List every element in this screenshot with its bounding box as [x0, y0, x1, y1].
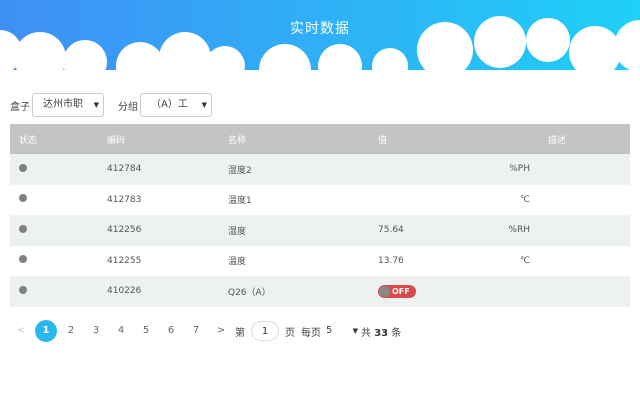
- page-button-4[interactable]: 4: [110, 320, 132, 342]
- status-dot-icon: [19, 194, 27, 203]
- page-size-select[interactable]: 5 ▼: [324, 321, 358, 341]
- cell-unit: %PH: [509, 164, 530, 175]
- cell-value: [368, 185, 498, 216]
- column-header-name: 名称: [228, 135, 247, 146]
- cell-value: 75.64: [378, 225, 404, 236]
- cell-code: 412255: [107, 255, 142, 266]
- status-dot-icon: [19, 224, 27, 233]
- cell-unit: %RH: [508, 225, 530, 236]
- cell-value: 13.76: [378, 255, 404, 266]
- cell-value: [368, 154, 498, 185]
- table-row: 412784 湿度2 %PH: [10, 154, 630, 185]
- status-dot-icon: [19, 285, 27, 294]
- column-header-value: 值: [378, 135, 388, 146]
- cell-unit: ℃: [519, 194, 530, 205]
- column-header-code: 编码: [107, 135, 126, 146]
- page-button-6[interactable]: 6: [160, 320, 182, 342]
- page-size-value: 5: [326, 325, 333, 336]
- page-button-2[interactable]: 2: [60, 320, 82, 342]
- per-page-label: 每页: [301, 327, 321, 339]
- cell-name: 温度1: [228, 196, 252, 207]
- page-button-5[interactable]: 5: [135, 320, 157, 342]
- goto-page-input[interactable]: [251, 321, 279, 341]
- header-cloud-background: [0, 0, 640, 80]
- cell-code: 412256: [107, 225, 142, 236]
- status-dot-icon: [19, 163, 27, 172]
- column-header-description: 描述: [548, 135, 567, 146]
- next-page-button[interactable]: >: [210, 320, 232, 342]
- page-button-3[interactable]: 3: [85, 320, 107, 342]
- switch-toggle[interactable]: OFF: [378, 284, 416, 298]
- table-row: 412783 温度1 ℃: [10, 184, 630, 216]
- table-row: 412255 温度 13.76 ℃: [10, 245, 630, 276]
- box-select-value: 达州市职: [43, 99, 83, 110]
- table-row: 412256 湿度 75.64 %RH: [10, 215, 630, 246]
- status-dot-icon: [19, 255, 27, 264]
- prev-page-button[interactable]: <: [10, 320, 32, 342]
- column-header-status: 状态: [19, 135, 38, 146]
- cell-name: 温度: [228, 257, 247, 268]
- cell-unit: ℃: [519, 255, 530, 266]
- group-filter-label: 分组: [118, 101, 138, 113]
- box-select[interactable]: 达州市职 ▼: [32, 93, 104, 117]
- cell-name: Q26（A）: [228, 287, 271, 298]
- chevron-down-icon: ▼: [93, 101, 99, 109]
- total-count: 共 33 条: [361, 327, 402, 339]
- cell-code: 412783: [107, 194, 142, 205]
- switch-state-label: OFF: [392, 286, 410, 296]
- cell-code: 412784: [107, 164, 142, 175]
- page-title: 实时数据: [290, 21, 350, 37]
- box-filter-label: 盒子: [10, 101, 30, 113]
- table-row: 410226 Q26（A） OFF: [10, 276, 630, 307]
- cell-name: 湿度: [228, 226, 247, 237]
- page-header: 实时数据: [0, 0, 640, 80]
- table-header-row: 状态 编码 名称 值 描述: [10, 124, 630, 154]
- page-button-1[interactable]: 1: [35, 320, 57, 342]
- cell-code: 410226: [107, 286, 142, 297]
- goto-prefix: 第: [235, 327, 245, 339]
- group-select-value: （A）工: [151, 99, 188, 110]
- switch-knob: [379, 285, 390, 297]
- chevron-down-icon: ▼: [201, 101, 207, 109]
- page-button-7[interactable]: 7: [185, 320, 207, 342]
- chevron-down-icon: ▼: [352, 327, 358, 335]
- cell-unit: [498, 276, 630, 307]
- realtime-data-table: 状态 编码 名称 值 描述 412784 湿度2 %PH 412783 温度1 …: [10, 124, 630, 307]
- filter-bar: 盒子 达州市职 ▼ 分组 （A）工 ▼: [10, 93, 212, 117]
- pagination: < 1 2 3 4 5 6 7 > 第 页 每页 5 ▼ 共 33 条: [10, 319, 404, 343]
- total-count-number: 33: [374, 327, 389, 339]
- cell-name: 湿度2: [228, 165, 252, 176]
- goto-suffix: 页: [285, 327, 295, 339]
- group-select[interactable]: （A）工 ▼: [140, 93, 212, 117]
